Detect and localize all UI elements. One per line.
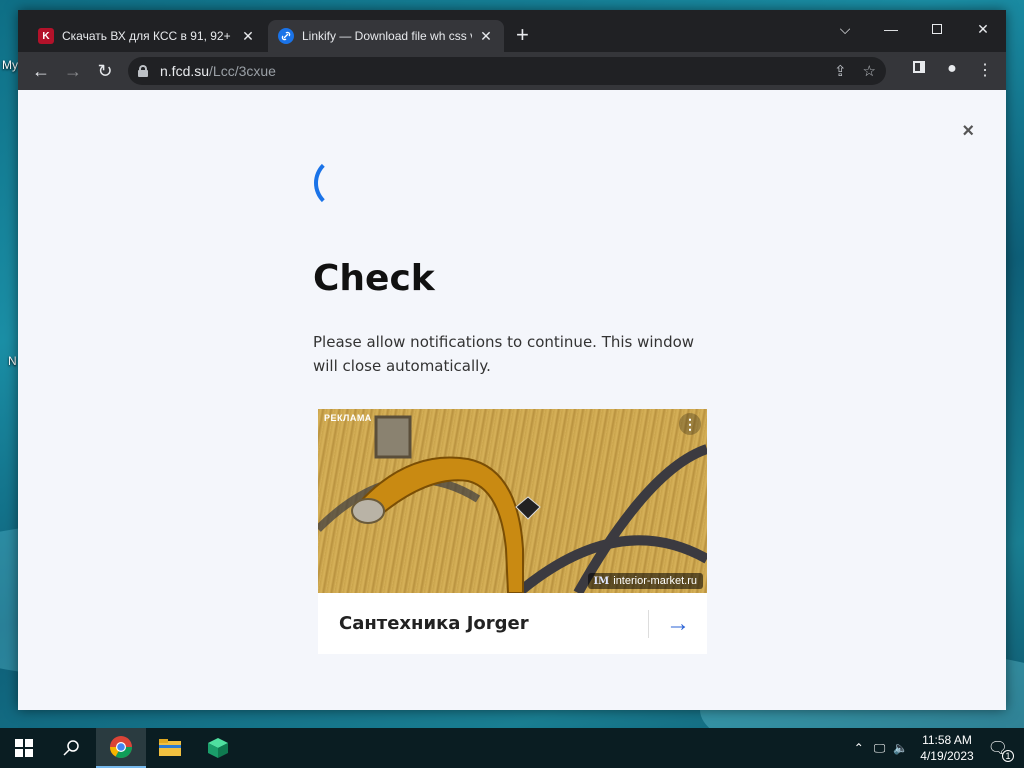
tab-search-icon[interactable]: ⌵ [822,14,868,44]
lock-icon[interactable] [138,65,148,77]
file-explorer-icon[interactable] [146,728,194,768]
kss-icon: K [38,28,54,44]
notification-icon[interactable]: 🗨 1 [988,738,1014,762]
maximize-button[interactable] [914,14,960,44]
address-bar[interactable]: n.fcd.su/Lcc/3cxue ⇪ ☆ [128,57,886,85]
ad-footer[interactable]: Сантехника Jorger → [318,593,707,654]
tab-kss[interactable]: K Скачать ВХ для КСС в 91, 92+ бе ✕ [28,20,266,52]
start-button[interactable] [0,728,48,768]
ad-image[interactable]: РЕКЛАМА ⋮ IM interior-market.ru [318,409,707,593]
tab-title: Linkify — Download file wh css v [302,29,472,43]
chrome-icon[interactable] [96,728,146,768]
app-cube-icon[interactable] [194,728,242,768]
tab-linkify[interactable]: Linkify — Download file wh css v ✕ [268,20,504,52]
ad-options-icon[interactable]: ⋮ [679,413,701,435]
web-page: × Check Please allow notifications to co… [18,90,1006,710]
browser-window: K Скачать ВХ для КСС в 91, 92+ бе ✕ Link… [18,10,1006,710]
chevron-up-icon[interactable]: ⌃ [854,741,864,755]
menu-icon[interactable]: ⋮ [974,60,996,80]
notification-count: 1 [1002,750,1014,762]
forward-button[interactable]: → [62,60,84,82]
back-button[interactable]: ← [30,60,52,82]
system-tray: ⌃ 🖵 🔈 11:58 AM 4/19/2023 🗨 1 [854,728,1024,768]
network-icon[interactable]: 🖵 [874,741,886,756]
close-icon[interactable]: ✕ [240,28,256,45]
close-icon[interactable]: ✕ [478,28,494,45]
clock[interactable]: 11:58 AM 4/19/2023 [920,732,973,764]
volume-icon[interactable]: 🔈 [893,741,908,755]
bookmark-star-icon[interactable]: ☆ [863,62,876,80]
ad-source-domain: interior-market.ru [613,575,697,587]
window-close-button[interactable]: ✕ [960,14,1006,44]
ad-title: Сантехника Jorger [339,613,529,634]
page-close-button[interactable]: × [962,120,974,143]
new-tab-button[interactable]: + [516,24,529,46]
profile-icon[interactable]: ● [941,60,963,78]
loading-spinner-icon [314,156,368,210]
desktop-icon-label[interactable]: N [8,354,17,368]
tab-strip: K Скачать ВХ для КСС в 91, 92+ бе ✕ Link… [18,10,1006,52]
url-host: n.fcd.su [160,63,210,79]
share-icon[interactable]: ⇪ [834,62,847,80]
url-path: /Lcc/3cxue [209,63,276,79]
clock-date: 4/19/2023 [920,749,974,763]
minimize-button[interactable]: — [868,14,914,44]
desktop-icon-label[interactable]: My [2,58,18,72]
tab-title: Скачать ВХ для КСС в 91, 92+ бе [62,29,234,43]
browser-toolbar: ← → ↻ n.fcd.su/Lcc/3cxue ⇪ ☆ ● ⋮ [18,52,1006,90]
clock-time: 11:58 AM [922,733,972,747]
ad-source-logo: IM [593,575,610,587]
link-icon [278,28,294,44]
reload-button[interactable]: ↻ [94,60,116,82]
arrow-right-icon[interactable]: → [649,610,707,638]
ad-label: РЕКЛАМА [324,413,372,423]
ad-card[interactable]: РЕКЛАМА ⋮ IM interior-market.ru Сантехни… [318,409,707,654]
ad-source[interactable]: IM interior-market.ru [587,573,703,589]
search-icon[interactable] [48,728,96,768]
page-title: Check [313,258,435,299]
side-panel-icon[interactable] [908,60,930,78]
page-message: Please allow notifications to continue. … [313,333,695,375]
taskbar: ⌃ 🖵 🔈 11:58 AM 4/19/2023 🗨 1 [0,728,1024,768]
